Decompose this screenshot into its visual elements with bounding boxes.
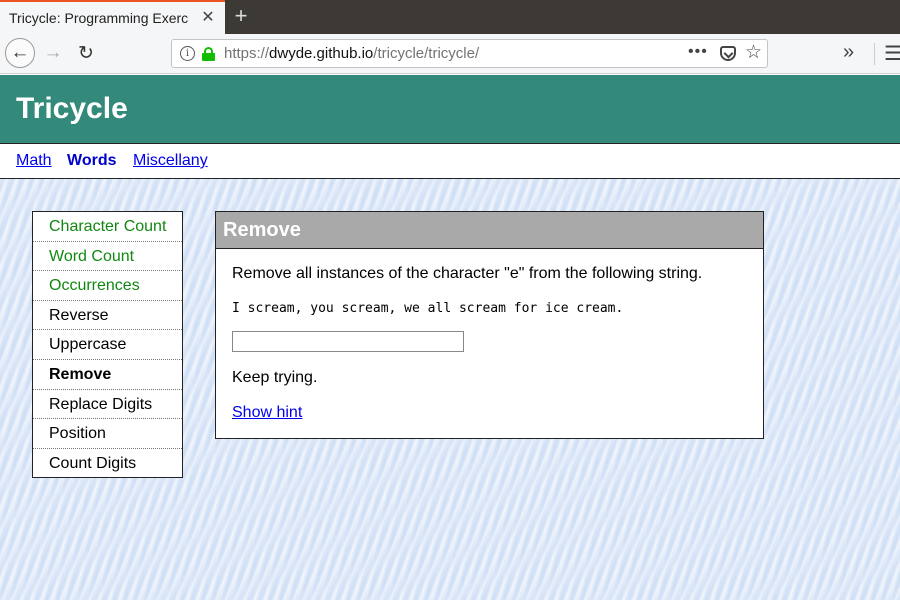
- sidebar-item-replace-digits[interactable]: Replace Digits: [33, 390, 182, 420]
- nav-link-miscellany[interactable]: Miscellany: [133, 152, 208, 170]
- exercise-title: Remove: [216, 212, 763, 249]
- back-button[interactable]: ←: [5, 38, 35, 68]
- sidebar-item-reverse[interactable]: Reverse: [33, 301, 182, 331]
- feedback-text: Keep trying.: [232, 369, 318, 386]
- show-hint-link[interactable]: Show hint: [232, 404, 302, 422]
- browser-nav-bar: ← → ↻ i https://dwyde.github.io/tricycle…: [0, 34, 900, 74]
- bookmark-star-icon[interactable]: ☆: [745, 41, 762, 64]
- forward-button[interactable]: →: [38, 38, 68, 68]
- sidebar-item-uppercase[interactable]: Uppercase: [33, 330, 182, 360]
- arrow-right-icon: →: [43, 42, 63, 63]
- sidebar-item-count-digits[interactable]: Count Digits: [33, 449, 182, 479]
- reload-icon: ↻: [78, 42, 94, 64]
- close-tab-icon[interactable]: ✕: [200, 10, 216, 26]
- exercise-input-string: I scream, you scream, we all scream for …: [232, 301, 624, 316]
- site-header: Tricycle: [0, 75, 900, 143]
- top-nav: Math Words Miscellany: [0, 143, 900, 179]
- info-icon[interactable]: i: [180, 46, 195, 61]
- sidebar-item-occurrences[interactable]: Occurrences: [33, 271, 182, 301]
- browser-tab[interactable]: Tricycle: Programming Exerc ✕: [0, 0, 225, 34]
- url-bar[interactable]: i https://dwyde.github.io/tricycle/tricy…: [171, 39, 768, 68]
- sidebar-item-character-count[interactable]: Character Count: [33, 212, 182, 242]
- sidebar-item-word-count[interactable]: Word Count: [33, 242, 182, 272]
- browser-tab-strip: Tricycle: Programming Exerc ✕ +: [0, 0, 900, 34]
- new-tab-button[interactable]: +: [229, 4, 253, 28]
- arrow-left-icon: ←: [10, 42, 30, 63]
- reload-button[interactable]: ↻: [71, 38, 101, 68]
- page-content: Tricycle Math Words Miscellany Character…: [0, 75, 900, 600]
- exercise-sidebar: Character Count Word Count Occurrences R…: [32, 211, 183, 478]
- pocket-icon[interactable]: [720, 46, 736, 61]
- url-scheme: https://: [224, 45, 270, 62]
- page-actions-icon[interactable]: •••: [688, 43, 708, 61]
- nav-link-words[interactable]: Words: [67, 152, 116, 170]
- answer-input[interactable]: [232, 331, 464, 352]
- lock-icon[interactable]: [202, 47, 215, 61]
- site-title: Tricycle: [16, 92, 128, 125]
- exercise-panel: Remove Remove all instances of the chara…: [215, 211, 764, 439]
- tab-title: Tricycle: Programming Exerc: [9, 10, 189, 26]
- hamburger-menu-icon[interactable]: ☰: [884, 41, 900, 66]
- url-path: /tricycle/tricycle/: [373, 45, 480, 62]
- nav-link-math[interactable]: Math: [16, 152, 52, 170]
- overflow-chevron-icon[interactable]: »: [843, 41, 854, 64]
- exercise-prompt: Remove all instances of the character "e…: [232, 265, 703, 282]
- toolbar-divider: [874, 43, 875, 65]
- url-host: dwyde.github.io: [269, 45, 374, 62]
- sidebar-item-position[interactable]: Position: [33, 419, 182, 449]
- sidebar-item-remove[interactable]: Remove: [33, 360, 182, 390]
- url-text[interactable]: https://dwyde.github.io/tricycle/tricycl…: [224, 45, 479, 62]
